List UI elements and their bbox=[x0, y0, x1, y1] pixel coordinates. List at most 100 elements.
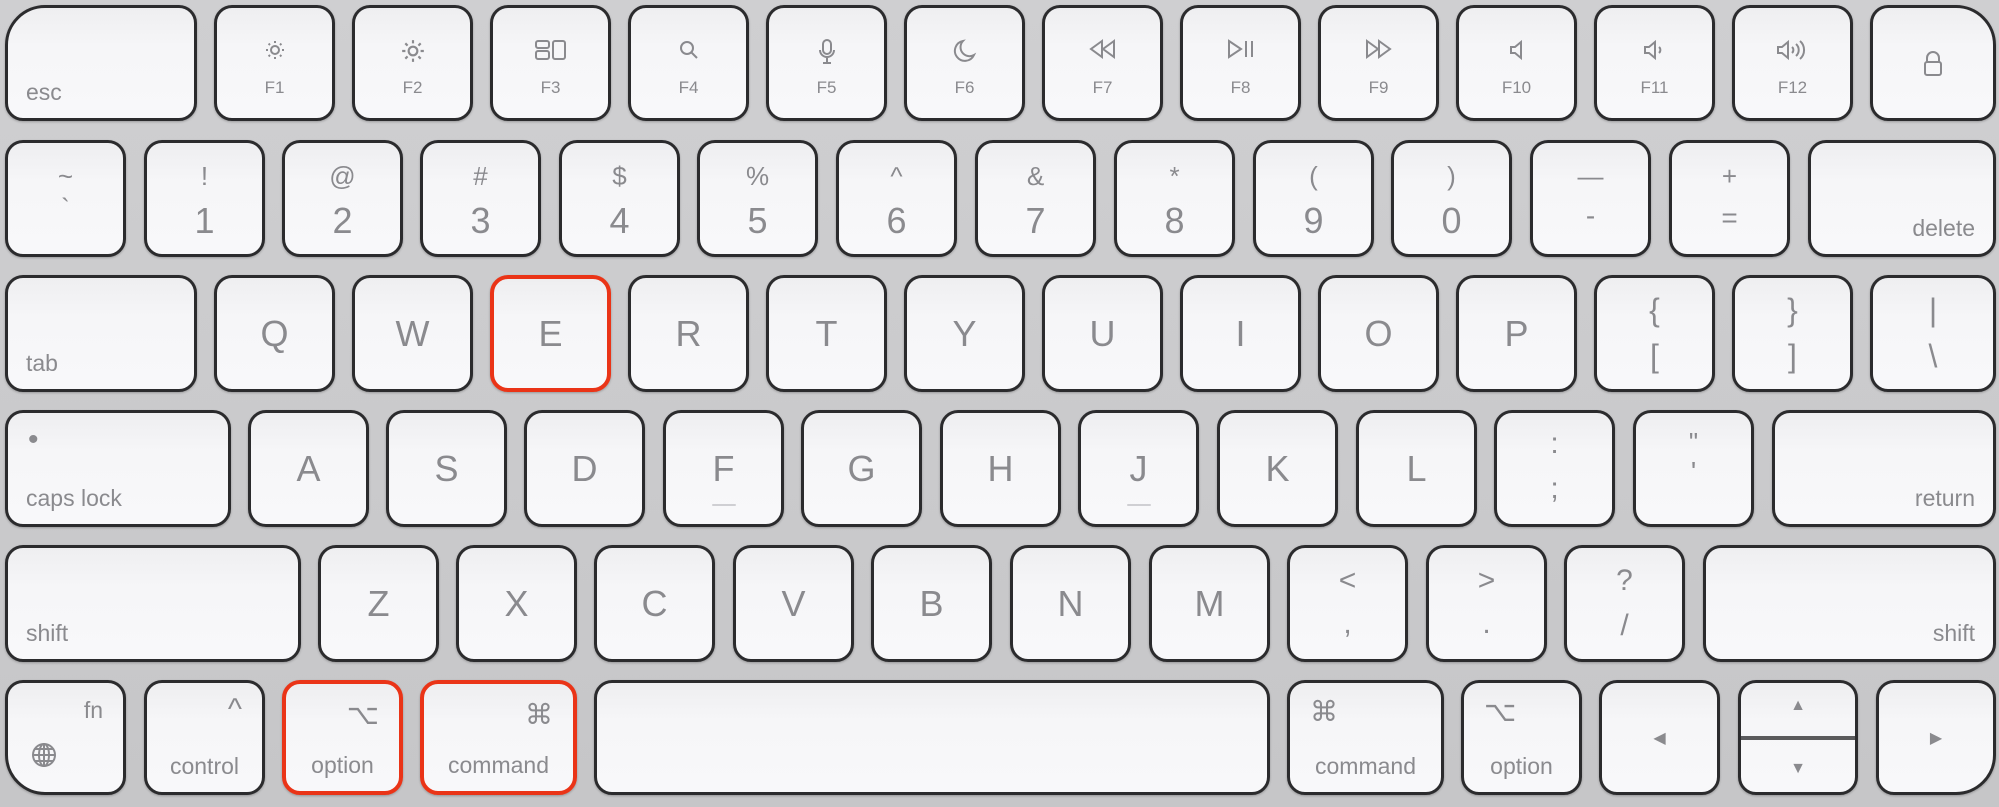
key-r[interactable]: R bbox=[628, 275, 749, 392]
key-b[interactable]: B bbox=[871, 545, 992, 662]
key-label: shift bbox=[1932, 620, 1975, 646]
key-shift-symbol: ! bbox=[200, 161, 209, 191]
key-0[interactable]: ) 0 bbox=[1391, 140, 1512, 257]
key-letter: M bbox=[1194, 582, 1225, 624]
key-a[interactable]: A bbox=[248, 410, 369, 527]
key-control[interactable]: ^ control bbox=[144, 680, 265, 795]
key-label: F4 bbox=[678, 78, 699, 97]
key-f1[interactable]: F1 bbox=[214, 5, 335, 121]
key-symbol: ` bbox=[61, 193, 70, 223]
key-right-bracket[interactable]: } ] bbox=[1732, 275, 1853, 392]
key-v[interactable]: V bbox=[733, 545, 854, 662]
key-n[interactable]: N bbox=[1010, 545, 1131, 662]
option-symbol-icon: ⌥ bbox=[1484, 696, 1517, 727]
key-f4[interactable]: F4 bbox=[628, 5, 749, 121]
key-period[interactable]: > . bbox=[1426, 545, 1547, 662]
key-backslash[interactable]: | \ bbox=[1870, 275, 1996, 392]
key-o[interactable]: O bbox=[1318, 275, 1439, 392]
key-f7[interactable]: F7 bbox=[1042, 5, 1163, 121]
key-h[interactable]: H bbox=[940, 410, 1061, 527]
key-option-left-highlighted[interactable]: ⌥ option bbox=[282, 680, 403, 795]
key-7[interactable]: & 7 bbox=[975, 140, 1096, 257]
key-arrow-up-down[interactable]: ▲ ▼ bbox=[1738, 680, 1858, 795]
key-c[interactable]: C bbox=[594, 545, 715, 662]
key-space[interactable] bbox=[594, 680, 1270, 795]
key-shift-symbol: & bbox=[1026, 161, 1045, 191]
key-command-right[interactable]: ⌘ command bbox=[1287, 680, 1444, 795]
key-caps-lock[interactable]: • caps lock bbox=[5, 410, 231, 527]
key-symbol: 2 bbox=[332, 200, 353, 241]
arrow-down-icon: ▼ bbox=[1790, 760, 1806, 777]
key-6[interactable]: ^ 6 bbox=[836, 140, 957, 257]
volume-up-icon bbox=[1735, 38, 1850, 67]
key-4[interactable]: $ 4 bbox=[559, 140, 680, 257]
key-arrow-right[interactable]: ▶ bbox=[1876, 680, 1996, 795]
key-5[interactable]: % 5 bbox=[697, 140, 818, 257]
key-letter: Q bbox=[260, 312, 289, 354]
key-f10[interactable]: F10 bbox=[1456, 5, 1577, 121]
key-shift-symbol: # bbox=[473, 161, 488, 191]
key-f[interactable]: F bbox=[663, 410, 784, 527]
key-shift-symbol: — bbox=[1577, 161, 1604, 191]
key-backtick[interactable]: ~ ` bbox=[5, 140, 126, 257]
key-9[interactable]: ( 9 bbox=[1253, 140, 1374, 257]
key-delete[interactable]: delete bbox=[1808, 140, 1996, 257]
key-w[interactable]: W bbox=[352, 275, 473, 392]
key-q[interactable]: Q bbox=[214, 275, 335, 392]
key-s[interactable]: S bbox=[386, 410, 507, 527]
key-3[interactable]: # 3 bbox=[420, 140, 541, 257]
key-e-highlighted[interactable]: E bbox=[490, 275, 611, 392]
key-equals[interactable]: + = bbox=[1669, 140, 1790, 257]
key-return[interactable]: return bbox=[1772, 410, 1996, 527]
key-letter: W bbox=[395, 312, 430, 354]
key-slash[interactable]: ? / bbox=[1564, 545, 1685, 662]
key-tab[interactable]: tab bbox=[5, 275, 197, 392]
key-f9[interactable]: F9 bbox=[1318, 5, 1439, 121]
key-f5[interactable]: F5 bbox=[766, 5, 887, 121]
key-lock[interactable] bbox=[1870, 5, 1996, 121]
key-d[interactable]: D bbox=[524, 410, 645, 527]
key-p[interactable]: P bbox=[1456, 275, 1577, 392]
key-shift-symbol: % bbox=[745, 161, 770, 191]
key-2[interactable]: @ 2 bbox=[282, 140, 403, 257]
key-g[interactable]: G bbox=[801, 410, 922, 527]
key-shift-left[interactable]: shift bbox=[5, 545, 301, 662]
key-l[interactable]: L bbox=[1356, 410, 1477, 527]
key-k[interactable]: K bbox=[1217, 410, 1338, 527]
key-f6[interactable]: F6 bbox=[904, 5, 1025, 121]
key-z[interactable]: Z bbox=[318, 545, 439, 662]
key-shift-right[interactable]: shift bbox=[1703, 545, 1996, 662]
key-f12[interactable]: F12 bbox=[1732, 5, 1853, 121]
key-quote[interactable]: " ' bbox=[1633, 410, 1754, 527]
key-minus[interactable]: — - bbox=[1530, 140, 1651, 257]
key-i[interactable]: I bbox=[1180, 275, 1301, 392]
key-f11[interactable]: F11 bbox=[1594, 5, 1715, 121]
key-m[interactable]: M bbox=[1149, 545, 1270, 662]
key-arrow-left[interactable]: ◀ bbox=[1599, 680, 1720, 795]
key-shift-symbol: " bbox=[1688, 427, 1699, 457]
key-y[interactable]: Y bbox=[904, 275, 1025, 392]
key-option-right[interactable]: ⌥ option bbox=[1461, 680, 1582, 795]
key-8[interactable]: * 8 bbox=[1114, 140, 1235, 257]
search-icon bbox=[631, 38, 746, 67]
key-f2[interactable]: F2 bbox=[352, 5, 473, 121]
key-label: control bbox=[169, 753, 240, 779]
key-x[interactable]: X bbox=[456, 545, 577, 662]
key-t[interactable]: T bbox=[766, 275, 887, 392]
key-f8[interactable]: F8 bbox=[1180, 5, 1301, 121]
key-left-bracket[interactable]: { [ bbox=[1594, 275, 1715, 392]
key-j[interactable]: J bbox=[1078, 410, 1199, 527]
command-symbol-icon: ⌘ bbox=[525, 699, 553, 730]
key-comma[interactable]: < , bbox=[1287, 545, 1408, 662]
key-semicolon[interactable]: : ; bbox=[1494, 410, 1615, 527]
microphone-icon bbox=[769, 38, 884, 71]
mute-icon bbox=[1459, 38, 1574, 67]
key-command-left-highlighted[interactable]: ⌘ command bbox=[420, 680, 577, 795]
key-f3[interactable]: F3 bbox=[490, 5, 611, 121]
key-1[interactable]: ! 1 bbox=[144, 140, 265, 257]
key-letter: O bbox=[1364, 312, 1393, 354]
key-u[interactable]: U bbox=[1042, 275, 1163, 392]
key-esc[interactable]: esc bbox=[5, 5, 197, 121]
key-fn[interactable]: fn bbox=[5, 680, 126, 795]
key-letter: B bbox=[919, 582, 944, 624]
